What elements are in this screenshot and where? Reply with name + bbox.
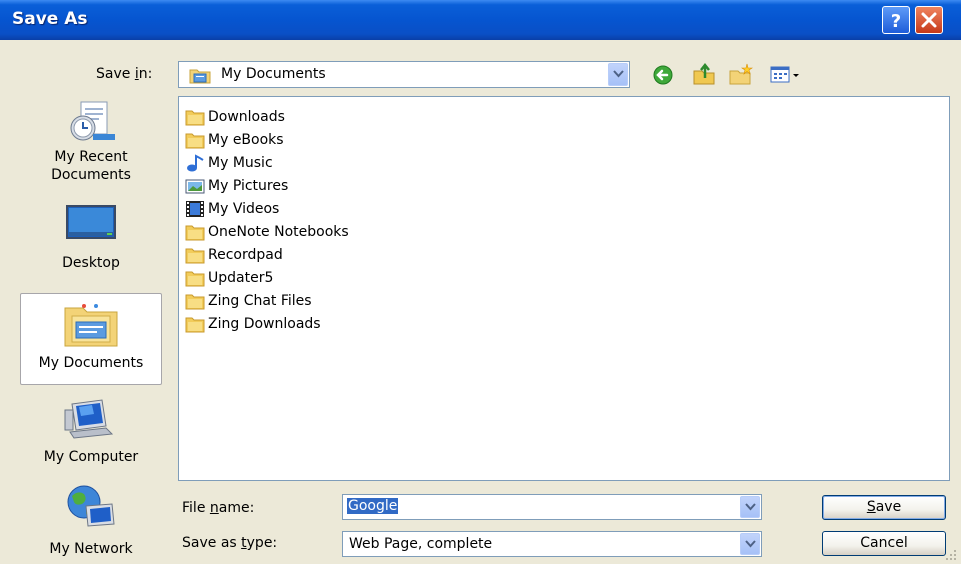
save-in-dropdown[interactable]: My Documents: [178, 61, 630, 88]
my-documents-icon: [189, 69, 211, 84]
music-note-icon: [187, 154, 204, 172]
file-name: My Pictures: [208, 178, 289, 194]
list-item[interactable]: Zing Chat Files: [185, 290, 312, 312]
list-item[interactable]: Zing Downloads: [185, 313, 321, 335]
file-name-label: File name:: [182, 500, 255, 516]
file-name: Updater5: [208, 270, 274, 286]
place-label: My Computer: [43, 449, 139, 465]
file-list[interactable]: Downloads My eBooks My Music My Pictures…: [178, 96, 950, 481]
title-bar[interactable]: Save As ?: [0, 0, 961, 40]
question-mark-icon: ?: [891, 11, 901, 32]
folder-icon: [185, 248, 205, 264]
new-folder-icon[interactable]: [728, 62, 754, 86]
chevron-down-icon: [613, 70, 624, 78]
pictures-icon: [185, 179, 205, 194]
window-title: Save As: [12, 9, 88, 29]
place-my-recent-documents[interactable]: My Recent Documents: [20, 96, 162, 192]
place-my-documents[interactable]: My Documents: [20, 293, 162, 385]
my-network-icon: [67, 485, 115, 527]
place-desktop[interactable]: Desktop: [20, 202, 162, 274]
list-item[interactable]: My Pictures: [185, 175, 288, 197]
save-as-type-value: Web Page, complete: [349, 536, 493, 552]
place-label: Desktop: [62, 255, 120, 271]
svg-text:?: ?: [891, 11, 901, 32]
place-my-network[interactable]: My Network: [20, 484, 162, 557]
file-name: My Music: [208, 155, 273, 171]
list-item[interactable]: Downloads: [185, 106, 285, 128]
place-label: Documents: [51, 167, 131, 183]
file-name: My eBooks: [208, 132, 284, 148]
place-label: My Documents: [38, 355, 144, 371]
list-item[interactable]: My Music: [185, 152, 273, 174]
save-button[interactable]: Save: [822, 495, 946, 520]
cancel-button[interactable]: Cancel: [822, 531, 946, 556]
folder-icon: [185, 110, 205, 126]
save-as-type-label: Save as type:: [182, 535, 278, 551]
file-name-value[interactable]: Google: [347, 498, 399, 514]
list-item[interactable]: My eBooks: [185, 129, 284, 151]
film-icon: [186, 201, 204, 217]
save-as-dialog: Save As ? Save in: My Documents My Recen…: [0, 0, 961, 564]
file-name: My Videos: [208, 201, 280, 217]
up-folder-icon[interactable]: [692, 63, 716, 85]
resize-grip-icon[interactable]: [944, 548, 958, 562]
file-name: Zing Downloads: [208, 316, 321, 332]
file-name: Recordpad: [208, 247, 283, 263]
close-icon: [921, 12, 937, 28]
list-item[interactable]: OneNote Notebooks: [185, 221, 349, 243]
place-my-computer[interactable]: My Computer: [20, 396, 162, 468]
save-in-label: Save in:: [96, 66, 153, 82]
file-name: Downloads: [208, 109, 285, 125]
folder-icon: [185, 133, 205, 149]
file-name-dropdown-button[interactable]: [740, 496, 760, 518]
recent-documents-icon: [70, 101, 115, 141]
places-bar: My Recent Documents Desktop My Documents…: [16, 90, 165, 558]
back-arrow-icon[interactable]: [652, 65, 674, 85]
save-as-type-dropdown-button[interactable]: [740, 533, 760, 555]
my-documents-icon: [64, 304, 118, 347]
folder-icon: [185, 317, 205, 333]
folder-icon: [185, 271, 205, 287]
save-as-type-dropdown[interactable]: Web Page, complete: [342, 531, 762, 557]
close-button[interactable]: [915, 6, 943, 34]
my-computer-icon: [64, 399, 114, 439]
file-name: Zing Chat Files: [208, 293, 312, 309]
list-item[interactable]: Recordpad: [185, 244, 283, 266]
place-label: My Recent: [54, 149, 128, 165]
file-name-field[interactable]: Google: [342, 494, 762, 520]
list-item[interactable]: My Videos: [185, 198, 279, 220]
chevron-down-icon: [745, 503, 756, 511]
folder-icon: [185, 294, 205, 310]
folder-icon: [185, 225, 205, 241]
place-label: My Network: [49, 541, 133, 557]
desktop-icon: [66, 205, 116, 239]
view-menu-icon[interactable]: [770, 65, 808, 85]
file-name: OneNote Notebooks: [208, 224, 349, 240]
save-in-value: My Documents: [221, 66, 326, 82]
save-in-dropdown-button[interactable]: [608, 63, 628, 86]
list-item[interactable]: Updater5: [185, 267, 273, 289]
chevron-down-icon: [745, 540, 756, 548]
help-button[interactable]: ?: [882, 6, 910, 34]
